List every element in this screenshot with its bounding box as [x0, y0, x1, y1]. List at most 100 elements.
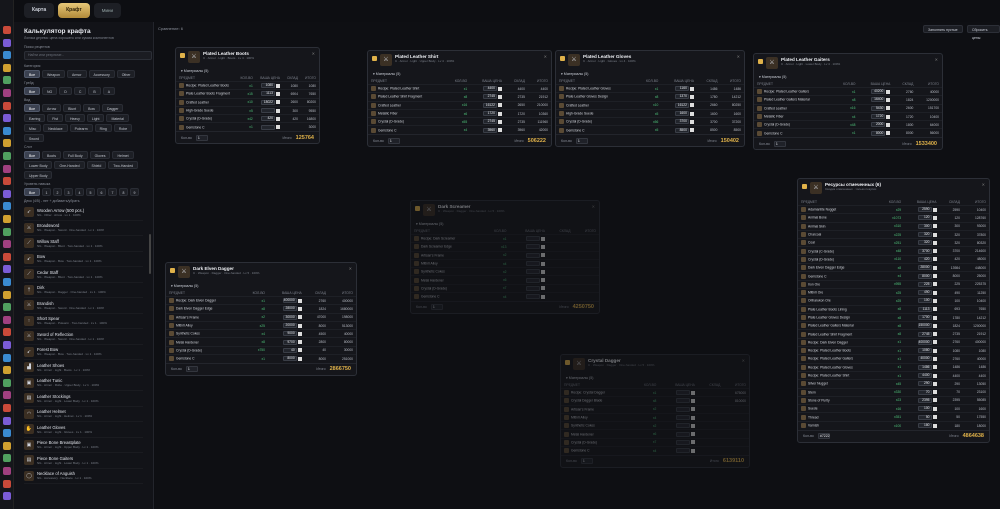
materials-section[interactable]: ▾ Материалы (5) [411, 221, 599, 228]
rail-icon[interactable] [3, 416, 11, 425]
price-input[interactable]: 1080 [917, 348, 932, 354]
material-cell[interactable] [659, 446, 698, 455]
price-toggle-icon[interactable] [297, 356, 302, 361]
filter-chip[interactable]: Все [24, 104, 41, 112]
rail-icon[interactable] [3, 492, 11, 501]
price-input[interactable]: 18022 [260, 99, 275, 105]
materials-section[interactable]: ▾ Материалы (5) [754, 74, 942, 81]
price-input[interactable]: 1600 [674, 111, 689, 117]
price-input[interactable] [525, 277, 540, 283]
material-cell[interactable] [659, 429, 698, 439]
rail-icon[interactable] [3, 26, 11, 34]
filter-chip[interactable]: C [73, 87, 87, 95]
material-cell[interactable]: 1113 [904, 304, 940, 314]
price-toggle-icon[interactable] [297, 298, 302, 303]
filter-chip[interactable]: 4 [75, 188, 85, 196]
price-input[interactable]: 8000 [917, 273, 932, 279]
filter-chip[interactable]: Light [86, 114, 105, 122]
price-input[interactable]: 1113 [917, 306, 932, 312]
recipe-item[interactable]: ➹ Bow NG · Weapon · Bow · Two-handed · Lv … [24, 252, 143, 267]
material-cell[interactable]: 70 [904, 387, 940, 397]
material-cell[interactable]: 8000 [858, 128, 894, 138]
price-toggle-icon[interactable] [497, 111, 502, 116]
rail-icon[interactable] [3, 429, 11, 438]
rail-icon[interactable] [3, 51, 11, 60]
filter-chip[interactable]: Helmet [112, 151, 134, 159]
price-input[interactable]: 1486 [917, 364, 932, 370]
price-toggle-icon[interactable] [690, 440, 695, 445]
material-cell[interactable]: 40 [267, 345, 305, 355]
material-cell[interactable] [659, 396, 698, 406]
filter-chip[interactable]: Earring [24, 114, 46, 122]
price-input[interactable]: 1720 [871, 114, 886, 120]
close-icon[interactable]: ✕ [737, 54, 740, 59]
price-toggle-icon[interactable] [689, 86, 694, 91]
material-cell[interactable]: 1700 [904, 312, 940, 322]
price-toggle-icon[interactable] [932, 356, 937, 361]
price-input[interactable]: 5430 [871, 105, 886, 111]
price-toggle-icon[interactable] [932, 323, 937, 328]
filter-chip[interactable]: Heavy [64, 114, 85, 122]
recipe-item[interactable]: ✋ Leather Gloves NG · Armor · Light · Glov… [24, 422, 143, 438]
recipe-item[interactable]: ⟋ Cedar Staff NG · Weapon · Blunt · Two-ha… [24, 267, 143, 283]
filter-chip[interactable]: Все [24, 151, 41, 159]
rail-icon[interactable] [3, 328, 11, 337]
price-input[interactable]: 2745 [482, 119, 497, 125]
price-input[interactable]: 400000 [917, 339, 932, 345]
material-cell[interactable]: 2000 [858, 120, 894, 129]
price-toggle-icon[interactable] [690, 390, 695, 395]
filter-chip[interactable]: Fist [47, 114, 63, 122]
material-cell[interactable] [509, 267, 548, 276]
recipe-item[interactable]: ➶ Wooden Arrow (500 pcs.) NG · Other · Arr… [24, 205, 143, 221]
rail-icon[interactable] [3, 89, 11, 97]
material-cell[interactable]: 30000 [267, 312, 305, 322]
price-toggle-icon[interactable] [689, 103, 694, 108]
rail-icon[interactable] [3, 303, 11, 312]
material-cell[interactable]: 420 [904, 254, 940, 264]
price-input[interactable]: 16122 [674, 102, 689, 108]
filter-chip[interactable]: Full Body [62, 151, 88, 159]
price-input[interactable]: 9700 [282, 339, 297, 345]
material-cell[interactable]: 2745 [470, 117, 505, 126]
price-input[interactable]: 50 [917, 414, 932, 420]
recipe-list-scrollbar[interactable] [149, 234, 151, 274]
craft-node[interactable]: ⚔ Dark Screamer C · Weapon · Dagger · One-… [410, 200, 600, 314]
price-toggle-icon[interactable] [932, 415, 937, 420]
rail-icon[interactable] [3, 341, 11, 349]
price-input[interactable]: 4400 [917, 373, 932, 379]
price-input[interactable] [675, 390, 690, 396]
material-cell[interactable]: 225 [904, 279, 940, 289]
close-icon[interactable]: ✕ [349, 266, 352, 271]
material-cell[interactable] [255, 105, 283, 115]
filter-chip[interactable]: Boots [42, 151, 61, 159]
price-input[interactable]: 2395 [917, 397, 932, 403]
material-cell[interactable]: 150000 [904, 321, 940, 330]
price-toggle-icon[interactable] [275, 125, 280, 130]
price-input[interactable]: 28000 [917, 265, 932, 271]
rail-icon[interactable] [3, 290, 11, 299]
node-checkbox[interactable] [560, 56, 565, 61]
qty-input[interactable]: 1 [195, 134, 208, 141]
material-cell[interactable]: 8000 [904, 271, 940, 281]
price-input[interactable]: 40 [282, 347, 297, 353]
search-input[interactable]: Найти или результат... [24, 51, 152, 60]
recipe-item[interactable]: ◠ Leather Helmet NG · Armor · Light · Helm… [24, 407, 143, 422]
rail-icon[interactable] [3, 177, 11, 186]
price-input[interactable]: 120 [917, 215, 932, 221]
price-toggle-icon[interactable] [689, 128, 694, 133]
material-cell[interactable]: 9700 [267, 337, 305, 347]
material-cell[interactable]: 1160 [661, 83, 697, 93]
filter-chip[interactable]: A [102, 87, 116, 95]
rail-icon[interactable] [3, 240, 11, 249]
price-input[interactable]: 2590 [917, 207, 932, 213]
material-cell[interactable]: 16400 [858, 95, 894, 105]
price-toggle-icon[interactable] [690, 448, 695, 453]
material-cell[interactable]: 28000 [267, 304, 305, 314]
price-toggle-icon[interactable] [275, 108, 280, 113]
rail-icon[interactable] [3, 101, 11, 110]
material-cell[interactable]: 5430 [858, 103, 894, 113]
qty-input[interactable]: 1 [387, 137, 400, 144]
filter-chip[interactable]: D [59, 87, 72, 95]
price-input[interactable] [525, 294, 540, 300]
recipe-item[interactable]: ◯ Necklace of Anguish NG · Accessory · Nec… [24, 469, 143, 484]
